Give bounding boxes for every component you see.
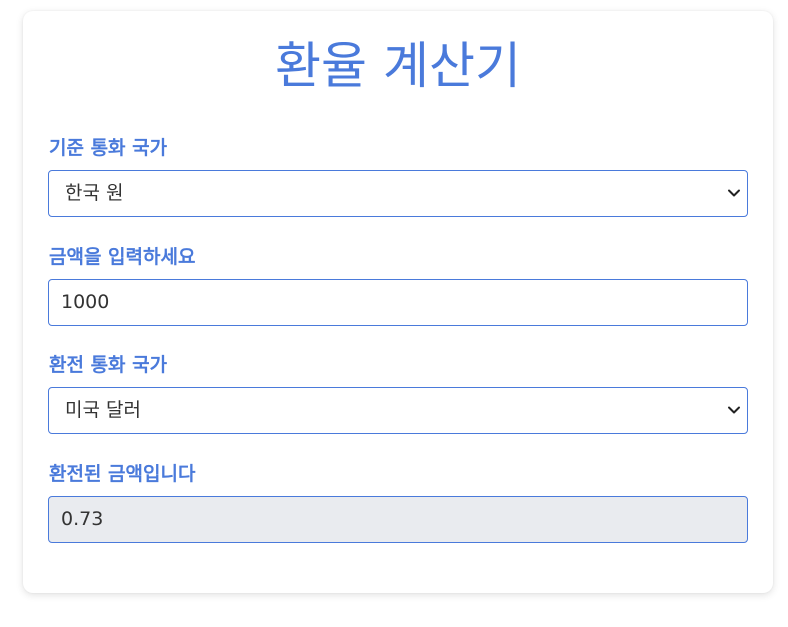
base-currency-select[interactable]: 한국 원 <box>48 170 748 217</box>
target-currency-label: 환전 통화 국가 <box>49 354 168 376</box>
target-currency-select[interactable]: 미국 달러 <box>48 387 748 434</box>
page-title: 환율 계산기 <box>275 37 521 95</box>
target-currency-value: 미국 달러 <box>65 399 141 421</box>
base-currency-label: 기준 통화 국가 <box>49 137 168 159</box>
result-value: 0.73 <box>61 508 104 530</box>
result-label: 환전된 금액입니다 <box>49 463 196 485</box>
amount-value: 1000 <box>61 291 110 313</box>
result-output: 0.73 <box>48 496 748 543</box>
base-currency-value: 한국 원 <box>65 182 124 204</box>
converter-card: 환율 계산기 기준 통화 국가 한국 원 금액을 입력하세요 1000 환전 통… <box>23 11 773 593</box>
amount-label: 금액을 입력하세요 <box>49 246 196 268</box>
chevron-down-icon <box>728 189 740 197</box>
chevron-down-icon <box>728 406 740 414</box>
amount-input[interactable]: 1000 <box>48 279 748 326</box>
